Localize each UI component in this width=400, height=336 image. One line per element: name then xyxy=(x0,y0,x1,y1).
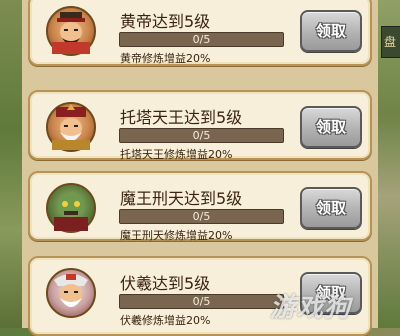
progress-text: 0/5 xyxy=(192,33,211,46)
progress-bar: 0/5 xyxy=(119,32,284,47)
watermark-logo: 游戏狗 xyxy=(270,293,352,323)
task-list-panel: 黄帝达到5级 0/5 黄帝修炼增益20% 领取 托塔天王达到5级 0/5 托塔天… xyxy=(22,0,378,336)
progress-text: 0/5 xyxy=(192,295,211,308)
xingtian-portrait-icon xyxy=(46,183,96,233)
tuotatianwang-portrait-icon xyxy=(46,102,96,152)
progress-bar: 0/5 xyxy=(119,209,284,224)
task-title: 伏羲达到5级 xyxy=(120,274,211,293)
side-tab-label: 盘 xyxy=(384,35,397,49)
task-card-huangdi: 黄帝达到5级 0/5 黄帝修炼增益20% 领取 xyxy=(28,0,372,66)
huangdi-portrait-icon xyxy=(46,6,96,56)
claim-button[interactable]: 领取 xyxy=(300,187,362,229)
task-title: 魔王刑天达到5级 xyxy=(120,189,243,208)
task-description: 魔王刑天修炼增益20% xyxy=(120,229,233,242)
side-tab[interactable]: 盘 xyxy=(381,26,400,58)
progress-bar: 0/5 xyxy=(119,294,284,309)
background-map-left xyxy=(0,0,22,328)
progress-text: 0/5 xyxy=(192,210,211,223)
progress-text: 0/5 xyxy=(192,129,211,142)
progress-bar: 0/5 xyxy=(119,128,284,143)
task-description: 托塔天王修炼增益20% xyxy=(120,148,233,161)
task-card-tuotatianwang: 托塔天王达到5级 0/5 托塔天王修炼增益20% 领取 xyxy=(28,90,372,161)
task-description: 黄帝修炼增益20% xyxy=(120,52,211,65)
fuxi-portrait-icon xyxy=(46,268,96,318)
claim-button[interactable]: 领取 xyxy=(300,106,362,148)
task-title: 托塔天王达到5级 xyxy=(120,108,243,127)
task-description: 伏羲修炼增益20% xyxy=(120,314,211,327)
task-title: 黄帝达到5级 xyxy=(120,12,211,31)
task-card-xingtian: 魔王刑天达到5级 0/5 魔王刑天修炼增益20% 领取 xyxy=(28,171,372,242)
claim-button[interactable]: 领取 xyxy=(300,10,362,52)
